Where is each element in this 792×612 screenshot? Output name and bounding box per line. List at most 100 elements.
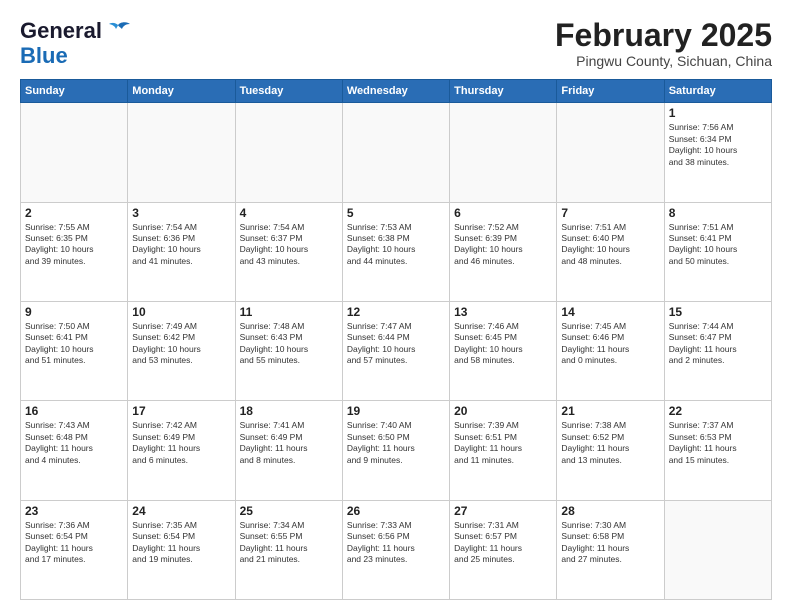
logo: General Blue [20,18,132,69]
day-info: Sunrise: 7:54 AM Sunset: 6:36 PM Dayligh… [132,222,230,268]
day-number: 25 [240,504,338,518]
calendar-cell: 21 Sunrise: 7:38 AM Sunset: 6:52 PM Dayli… [557,401,664,500]
day-info: Sunrise: 7:52 AM Sunset: 6:39 PM Dayligh… [454,222,552,268]
calendar-cell: 27 Sunrise: 7:31 AM Sunset: 6:57 PM Dayli… [450,500,557,599]
calendar-cell: 8 Sunrise: 7:51 AM Sunset: 6:41 PM Daylig… [664,202,771,301]
calendar-cell [342,103,449,202]
day-info: Sunrise: 7:30 AM Sunset: 6:58 PM Dayligh… [561,520,659,566]
day-number: 22 [669,404,767,418]
weekday-header-saturday: Saturday [664,80,771,103]
header: General Blue February 2025 Pingwu County… [20,18,772,69]
page: General Blue February 2025 Pingwu County… [0,0,792,612]
calendar-cell: 3 Sunrise: 7:54 AM Sunset: 6:36 PM Daylig… [128,202,235,301]
week-row-3: 9 Sunrise: 7:50 AM Sunset: 6:41 PM Daylig… [21,301,772,400]
day-number: 16 [25,404,123,418]
calendar-cell: 9 Sunrise: 7:50 AM Sunset: 6:41 PM Daylig… [21,301,128,400]
week-row-5: 23 Sunrise: 7:36 AM Sunset: 6:54 PM Dayli… [21,500,772,599]
weekday-header-thursday: Thursday [450,80,557,103]
calendar-cell [664,500,771,599]
calendar-cell: 19 Sunrise: 7:40 AM Sunset: 6:50 PM Dayli… [342,401,449,500]
day-number: 15 [669,305,767,319]
day-info: Sunrise: 7:47 AM Sunset: 6:44 PM Dayligh… [347,321,445,367]
day-info: Sunrise: 7:51 AM Sunset: 6:40 PM Dayligh… [561,222,659,268]
day-info: Sunrise: 7:38 AM Sunset: 6:52 PM Dayligh… [561,420,659,466]
calendar-cell [235,103,342,202]
day-number: 6 [454,206,552,220]
day-number: 27 [454,504,552,518]
calendar-cell: 14Sunrise: 7:45 AM Sunset: 6:46 PM Dayli… [557,301,664,400]
weekday-header-sunday: Sunday [21,80,128,103]
day-info: Sunrise: 7:40 AM Sunset: 6:50 PM Dayligh… [347,420,445,466]
calendar-cell: 18Sunrise: 7:41 AM Sunset: 6:49 PM Dayli… [235,401,342,500]
calendar-table: SundayMondayTuesdayWednesdayThursdayFrid… [20,79,772,600]
day-info: Sunrise: 7:49 AM Sunset: 6:42 PM Dayligh… [132,321,230,367]
weekday-header-friday: Friday [557,80,664,103]
day-info: Sunrise: 7:48 AM Sunset: 6:43 PM Dayligh… [240,321,338,367]
calendar-cell [450,103,557,202]
day-info: Sunrise: 7:46 AM Sunset: 6:45 PM Dayligh… [454,321,552,367]
calendar-cell [21,103,128,202]
logo-general-text: General [20,18,102,43]
calendar-cell: 22 Sunrise: 7:37 AM Sunset: 6:53 PM Dayli… [664,401,771,500]
weekday-header-wednesday: Wednesday [342,80,449,103]
day-info: Sunrise: 7:44 AM Sunset: 6:47 PM Dayligh… [669,321,767,367]
day-number: 2 [25,206,123,220]
week-row-4: 16 Sunrise: 7:43 AM Sunset: 6:48 PM Dayli… [21,401,772,500]
day-number: 10 [132,305,230,319]
day-info: Sunrise: 7:33 AM Sunset: 6:56 PM Dayligh… [347,520,445,566]
title-area: February 2025 Pingwu County, Sichuan, Ch… [555,18,772,69]
calendar-cell: 26Sunrise: 7:33 AM Sunset: 6:56 PM Dayli… [342,500,449,599]
day-info: Sunrise: 7:31 AM Sunset: 6:57 PM Dayligh… [454,520,552,566]
day-number: 24 [132,504,230,518]
calendar-cell [557,103,664,202]
day-number: 19 [347,404,445,418]
day-info: Sunrise: 7:54 AM Sunset: 6:37 PM Dayligh… [240,222,338,268]
day-number: 20 [454,404,552,418]
calendar-cell: 24 Sunrise: 7:35 AM Sunset: 6:54 PM Dayli… [128,500,235,599]
day-number: 17 [132,404,230,418]
day-info: Sunrise: 7:36 AM Sunset: 6:54 PM Dayligh… [25,520,123,566]
weekday-header-row: SundayMondayTuesdayWednesdayThursdayFrid… [21,80,772,103]
calendar-cell: 28 Sunrise: 7:30 AM Sunset: 6:58 PM Dayli… [557,500,664,599]
day-info: Sunrise: 7:53 AM Sunset: 6:38 PM Dayligh… [347,222,445,268]
day-number: 13 [454,305,552,319]
day-number: 8 [669,206,767,220]
day-number: 14 [561,305,659,319]
day-info: Sunrise: 7:39 AM Sunset: 6:51 PM Dayligh… [454,420,552,466]
week-row-2: 2 Sunrise: 7:55 AM Sunset: 6:35 PM Daylig… [21,202,772,301]
week-row-1: 1Sunrise: 7:56 AM Sunset: 6:34 PM Daylig… [21,103,772,202]
day-number: 21 [561,404,659,418]
day-info: Sunrise: 7:50 AM Sunset: 6:41 PM Dayligh… [25,321,123,367]
day-info: Sunrise: 7:42 AM Sunset: 6:49 PM Dayligh… [132,420,230,466]
day-number: 1 [669,106,767,120]
day-number: 18 [240,404,338,418]
calendar-cell: 23 Sunrise: 7:36 AM Sunset: 6:54 PM Dayli… [21,500,128,599]
calendar-cell: 1Sunrise: 7:56 AM Sunset: 6:34 PM Daylig… [664,103,771,202]
day-number: 23 [25,504,123,518]
day-info: Sunrise: 7:37 AM Sunset: 6:53 PM Dayligh… [669,420,767,466]
month-title: February 2025 [555,18,772,53]
calendar-cell: 7 Sunrise: 7:51 AM Sunset: 6:40 PM Daylig… [557,202,664,301]
day-number: 12 [347,305,445,319]
day-info: Sunrise: 7:55 AM Sunset: 6:35 PM Dayligh… [25,222,123,268]
day-number: 7 [561,206,659,220]
calendar-cell: 25 Sunrise: 7:34 AM Sunset: 6:55 PM Dayli… [235,500,342,599]
day-info: Sunrise: 7:34 AM Sunset: 6:55 PM Dayligh… [240,520,338,566]
day-number: 3 [132,206,230,220]
day-info: Sunrise: 7:43 AM Sunset: 6:48 PM Dayligh… [25,420,123,466]
logo-blue-text: Blue [20,43,68,68]
day-info: Sunrise: 7:35 AM Sunset: 6:54 PM Dayligh… [132,520,230,566]
day-number: 28 [561,504,659,518]
day-number: 9 [25,305,123,319]
day-number: 5 [347,206,445,220]
day-number: 4 [240,206,338,220]
calendar-cell: 16 Sunrise: 7:43 AM Sunset: 6:48 PM Dayli… [21,401,128,500]
calendar-cell: 2 Sunrise: 7:55 AM Sunset: 6:35 PM Daylig… [21,202,128,301]
location-subtitle: Pingwu County, Sichuan, China [555,53,772,69]
day-info: Sunrise: 7:51 AM Sunset: 6:41 PM Dayligh… [669,222,767,268]
calendar-cell: 13 Sunrise: 7:46 AM Sunset: 6:45 PM Dayli… [450,301,557,400]
calendar-cell: 12 Sunrise: 7:47 AM Sunset: 6:44 PM Dayli… [342,301,449,400]
calendar-cell: 4 Sunrise: 7:54 AM Sunset: 6:37 PM Daylig… [235,202,342,301]
weekday-header-tuesday: Tuesday [235,80,342,103]
calendar-cell: 10 Sunrise: 7:49 AM Sunset: 6:42 PM Dayli… [128,301,235,400]
